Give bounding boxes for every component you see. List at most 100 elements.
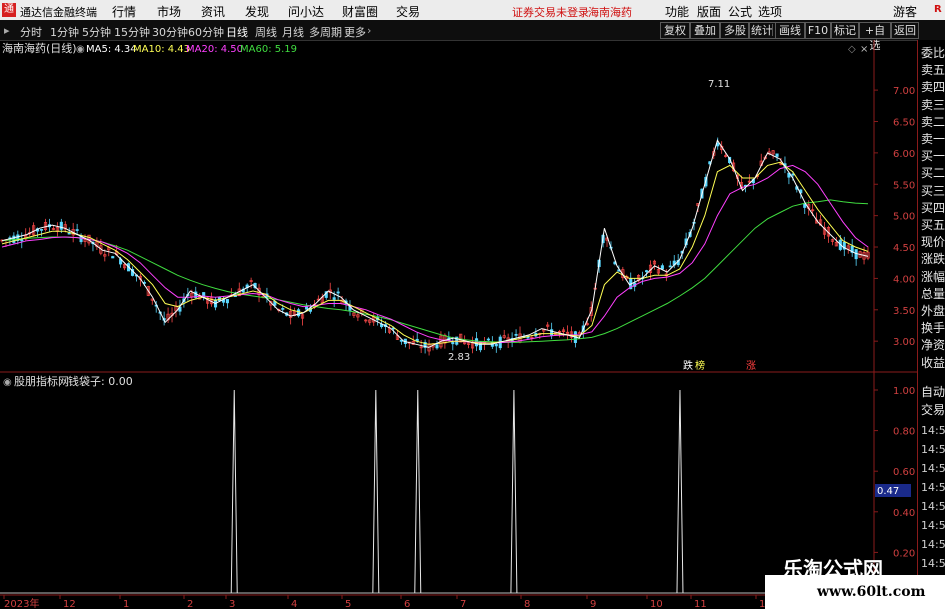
diamond-icon[interactable]: ◇ bbox=[848, 44, 856, 55]
menu-item[interactable]: 发现 bbox=[245, 3, 269, 20]
low-price-label: 2.83 bbox=[448, 352, 470, 363]
multi-stock-button[interactable]: 多股 bbox=[720, 22, 750, 39]
candle-body bbox=[645, 270, 649, 273]
collapse-icon[interactable]: ◉ bbox=[76, 44, 85, 55]
candlesticks bbox=[0, 137, 870, 356]
menu-item[interactable]: 功能 bbox=[665, 3, 689, 20]
menu-item[interactable]: 问小达 bbox=[288, 3, 324, 20]
period-tab[interactable]: 分时 bbox=[20, 24, 42, 40]
y-tick-label: 4.50 bbox=[893, 243, 915, 254]
side-item[interactable]: 买五 bbox=[921, 216, 945, 233]
x-tick-label: 9 bbox=[590, 599, 596, 609]
side-item[interactable]: 涨跌 bbox=[921, 250, 945, 267]
candle-body bbox=[297, 309, 301, 317]
toolbar-arrow-icon[interactable]: ▸ bbox=[4, 24, 10, 37]
candle-body bbox=[775, 153, 779, 157]
f10-button[interactable]: F10 bbox=[805, 22, 831, 39]
y-tick-label: 7.00 bbox=[893, 86, 915, 97]
period-tab-active[interactable]: 日线 bbox=[226, 24, 248, 40]
side-item[interactable]: 买二 bbox=[921, 164, 945, 181]
toolbar-divider bbox=[772, 24, 773, 36]
indicator-value: 钱袋子: 0.00 bbox=[68, 374, 133, 388]
close-icon[interactable]: × bbox=[860, 44, 868, 55]
add-watchlist-button[interactable]: +自选 bbox=[859, 22, 891, 52]
side-auto-trade[interactable]: 自动 bbox=[921, 383, 945, 400]
side-item[interactable]: 卖五 bbox=[921, 61, 945, 78]
side-item[interactable]: 外盘 bbox=[921, 302, 945, 319]
back-button[interactable]: 返回 bbox=[891, 22, 919, 39]
draw-line-button[interactable]: 画线 bbox=[775, 22, 805, 39]
cursor-value: 0.47 bbox=[877, 486, 899, 497]
period-tab[interactable]: 15分钟 bbox=[114, 24, 150, 40]
period-tab[interactable]: 月线 bbox=[282, 24, 304, 40]
app-title: 通达信金融终端 bbox=[20, 6, 97, 19]
badge-rise[interactable]: 涨 bbox=[746, 360, 756, 372]
side-item[interactable]: 买三 bbox=[921, 182, 945, 199]
menu-item[interactable]: 行情 bbox=[112, 3, 136, 20]
side-auto-trade[interactable]: 交易 bbox=[921, 401, 945, 418]
moving-averages bbox=[1, 139, 869, 348]
app-logo-icon: 通 bbox=[2, 3, 16, 17]
side-item[interactable]: 委比 bbox=[921, 44, 945, 61]
quote-side-panel: 委比 卖五 卖四 卖三 卖二 卖一 买一 买二 买三 买四 买五 现价 涨跌 涨幅 总量 外盘 换手 净资 收益自动… bbox=[917, 40, 945, 609]
indicator-collapse-icon[interactable]: ◉ bbox=[3, 377, 12, 388]
candle-body bbox=[451, 342, 455, 345]
menu-item[interactable]: 财富圈 bbox=[342, 3, 378, 20]
side-item[interactable]: 涨幅 bbox=[921, 268, 945, 285]
side-time: 14:56 bbox=[921, 424, 945, 437]
r-indicator: R bbox=[934, 4, 942, 15]
candle-body bbox=[59, 221, 63, 230]
candle-body bbox=[668, 265, 672, 268]
menu-item[interactable]: 资讯 bbox=[201, 3, 225, 20]
y-tick-label: 5.00 bbox=[893, 212, 915, 223]
menu-item[interactable]: 市场 bbox=[157, 3, 181, 20]
adjust-button[interactable]: 复权 bbox=[660, 22, 690, 39]
menu-item[interactable]: 公式 bbox=[728, 3, 752, 20]
side-item[interactable]: 换手 bbox=[921, 319, 945, 336]
menu-item[interactable]: 交易 bbox=[396, 3, 420, 20]
x-tick-label: 2 bbox=[187, 599, 193, 609]
period-tab[interactable]: 更多 bbox=[344, 24, 366, 40]
signal-spike bbox=[414, 389, 422, 594]
indicator-y-tick-label: 0.40 bbox=[893, 508, 915, 519]
guest-label[interactable]: 游客 bbox=[893, 3, 917, 20]
candle-body bbox=[304, 306, 309, 310]
y-tick-label: 6.50 bbox=[893, 117, 915, 128]
side-time: 14:56 bbox=[921, 538, 945, 551]
stock-name: 海南海药 bbox=[588, 6, 632, 19]
side-item[interactable]: 卖二 bbox=[921, 113, 945, 130]
side-item[interactable]: 收益 bbox=[921, 354, 945, 371]
side-item[interactable]: 卖一 bbox=[921, 130, 945, 147]
side-item[interactable]: 现价 bbox=[921, 233, 945, 250]
side-item[interactable]: 卖三 bbox=[921, 96, 945, 113]
badge-drop[interactable]: 跌 bbox=[683, 359, 693, 372]
period-tab[interactable]: 1分钟 bbox=[50, 24, 79, 40]
ma20-label: MA20: 4.50 bbox=[186, 44, 243, 55]
period-tab[interactable]: 多周期 bbox=[309, 24, 342, 40]
period-tab[interactable]: 30分钟 bbox=[152, 24, 188, 40]
side-item[interactable]: 买四 bbox=[921, 199, 945, 216]
candle-body bbox=[336, 291, 340, 294]
badge-rank[interactable]: 榜 bbox=[695, 359, 705, 372]
chevron-right-icon[interactable]: › bbox=[367, 24, 371, 37]
period-tab[interactable]: 周线 bbox=[255, 24, 277, 40]
side-item[interactable]: 净资 bbox=[921, 336, 945, 353]
candle-body bbox=[494, 344, 498, 347]
candle-body bbox=[67, 232, 71, 235]
mark-button[interactable]: 标记 bbox=[831, 22, 859, 39]
menu-item[interactable]: 版面 bbox=[697, 3, 721, 20]
time-axis: 2023年12123456789101112 bbox=[3, 595, 772, 609]
side-time: 14:56 bbox=[921, 462, 945, 475]
menu-item[interactable]: 选项 bbox=[758, 3, 782, 20]
overlay-button[interactable]: 叠加 bbox=[690, 22, 720, 39]
side-item[interactable]: 买一 bbox=[921, 147, 945, 164]
period-tab[interactable]: 5分钟 bbox=[82, 24, 111, 40]
main-y-axis: 7.00 6.50 6.00 5.50 5.00 4.50 4.00 3.50 3.00 bbox=[874, 86, 915, 348]
kline-chart[interactable]: 海南海药(日线) ◉ MA5: 4.34 MA10: 4.43 MA20: 4.… bbox=[0, 40, 917, 609]
side-item[interactable]: 卖四 bbox=[921, 78, 945, 95]
side-item[interactable]: 总量 bbox=[921, 285, 945, 302]
indicator-y-tick-label: 0.20 bbox=[893, 548, 915, 559]
indicator-spikes bbox=[0, 389, 874, 594]
login-notice[interactable]: 证券交易未登录 bbox=[512, 4, 589, 20]
period-tab[interactable]: 60分钟 bbox=[188, 24, 224, 40]
